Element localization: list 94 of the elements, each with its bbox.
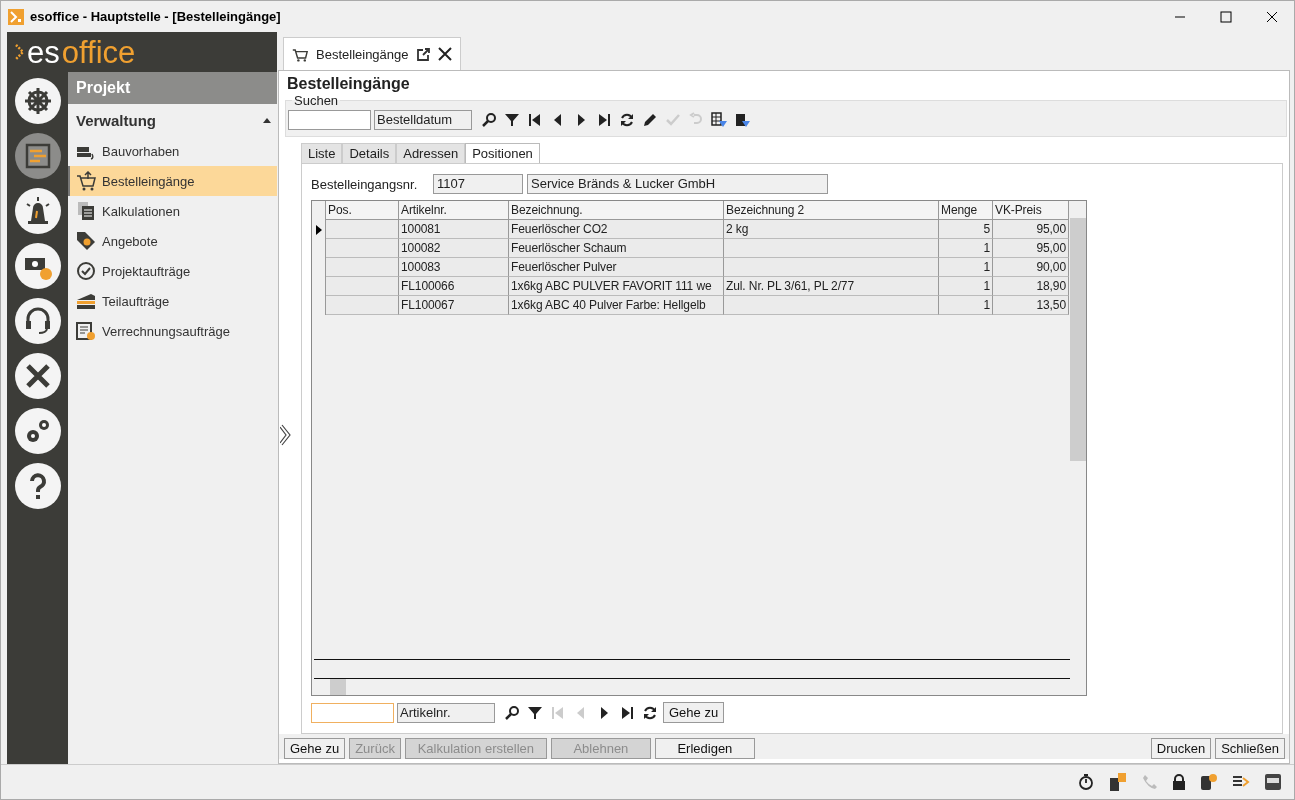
pencil-icon[interactable] (642, 112, 658, 128)
stopwatch-icon[interactable] (1078, 774, 1094, 790)
nav-item[interactable]: Kalkulationen (68, 196, 277, 226)
table-cell: 95,00 (993, 239, 1069, 258)
nav-item[interactable]: Bauvorhaben (68, 136, 277, 166)
group-label: Suchen (293, 93, 340, 108)
tab[interactable]: Adressen (396, 143, 466, 163)
table-cell: FL100066 (399, 277, 509, 296)
nav-item[interactable]: Verrechnungsaufträge (68, 316, 277, 346)
tab[interactable]: Positionen (465, 143, 540, 163)
action-button[interactable]: Erledigen (654, 738, 755, 759)
nav-item[interactable]: Bestelleingänge (68, 166, 277, 196)
column-header[interactable]: Menge (939, 201, 993, 220)
table-cell: Zul. Nr. PL 3/61, PL 2/77 (724, 277, 939, 296)
lock-icon[interactable] (1172, 774, 1186, 790)
module-title: Projekt (68, 72, 277, 104)
app-icon (8, 8, 24, 25)
tab[interactable]: Liste (301, 143, 343, 163)
module-button[interactable] (14, 188, 61, 234)
action-button[interactable]: Schließen (1215, 738, 1285, 759)
module-button[interactable] (14, 408, 61, 454)
search-icon[interactable] (481, 112, 497, 128)
table-cell: 1 (939, 239, 993, 258)
module-button[interactable] (14, 298, 61, 344)
nav-item[interactable]: Projektaufträge (68, 256, 277, 286)
documents-icon (76, 201, 96, 221)
expand-icon[interactable] (280, 424, 292, 446)
action-button[interactable]: Gehe zu (284, 738, 346, 759)
tab[interactable]: Details (342, 143, 397, 163)
table-cell: Feuerlöscher Schaum (509, 239, 724, 258)
column-header[interactable]: VK-Preis (993, 201, 1069, 220)
grid-search-field[interactable] (311, 702, 394, 723)
last-record-icon[interactable] (619, 704, 635, 721)
module-button[interactable] (14, 463, 61, 509)
table-cell: Feuerlöscher Pulver (509, 258, 724, 277)
table-cell: 95,00 (993, 220, 1069, 239)
field-label: Bestelleingangsnr. (311, 176, 419, 192)
table-cell: 1 (939, 258, 993, 277)
nav-item[interactable]: Angebote (68, 226, 277, 256)
column-header[interactable]: Bezeichnung 2 (724, 201, 939, 220)
module-button[interactable] (14, 133, 61, 179)
pop-out-icon[interactable] (416, 47, 430, 61)
nav-item[interactable]: Teilaufträge (68, 286, 277, 316)
table-cell: 2 kg (724, 220, 939, 239)
first-record-icon[interactable] (527, 112, 543, 128)
grid-sort-field[interactable]: Artikelnr. (397, 702, 495, 723)
table-cell: 100082 (399, 239, 509, 258)
last-record-icon[interactable] (596, 112, 612, 128)
module-button[interactable] (14, 243, 61, 289)
table-cell: 100083 (399, 258, 509, 277)
table-cell: 1 (939, 277, 993, 296)
module-button[interactable] (14, 353, 61, 399)
module-button[interactable] (14, 78, 61, 124)
cake-slice-icon (76, 291, 96, 311)
app-logo: esoffice (7, 32, 277, 72)
filter-icon[interactable] (527, 704, 543, 721)
table-cell: 1x6kg ABC PULVER FAVORIT 111 we (509, 277, 724, 296)
close-icon[interactable] (437, 47, 452, 61)
table-cell: FL100067 (399, 296, 509, 315)
table-cell: 90,00 (993, 258, 1069, 277)
table-cell: 1 (939, 296, 993, 315)
table-cell: 1x6kg ABC 40 Pulver Farbe: Hellgelb (509, 296, 724, 315)
table-cell: 18,90 (993, 277, 1069, 296)
tag-icon (76, 231, 96, 251)
document-tab[interactable]: Bestelleingänge (283, 37, 461, 70)
table-cell: 13,50 (993, 296, 1069, 315)
refresh-icon[interactable] (619, 112, 635, 128)
column-header[interactable]: Pos. (326, 201, 399, 220)
search-field[interactable] (288, 110, 371, 130)
sort-field[interactable]: Bestelldatum (374, 110, 472, 130)
search-icon[interactable] (504, 704, 520, 721)
list-export-icon[interactable] (1232, 774, 1250, 790)
table-cell: Feuerlöscher CO2 (509, 220, 724, 239)
page-title: Bestelleingänge (286, 74, 411, 93)
close-icon[interactable] (1266, 10, 1278, 23)
check-circle-icon (76, 261, 96, 281)
action-button[interactable]: Drucken (1150, 738, 1212, 759)
cart-icon (292, 46, 308, 62)
column-header[interactable]: Bezeichnung. (509, 201, 724, 220)
section-header[interactable]: Verwaltung (68, 104, 277, 136)
grid-filter-icon[interactable] (711, 112, 727, 128)
goto-button[interactable]: Gehe zu (663, 702, 725, 723)
cart-icon (76, 171, 96, 191)
supplier-field: Service Bränds & Lucker GmbH (527, 174, 828, 194)
collapse-caret-icon[interactable] (263, 117, 271, 123)
column-header[interactable]: Artikelnr. (399, 201, 509, 220)
maximize-icon[interactable] (1220, 10, 1232, 23)
invoice-icon (76, 321, 96, 341)
table-cell: 100081 (399, 220, 509, 239)
refresh-icon[interactable] (642, 704, 658, 721)
window-title: esoffice - Hauptstelle - [Bestelleingänge] (30, 9, 281, 24)
filter-icon[interactable] (504, 112, 520, 128)
order-number-field: 1107 (433, 174, 523, 194)
table-cell: 5 (939, 220, 993, 239)
